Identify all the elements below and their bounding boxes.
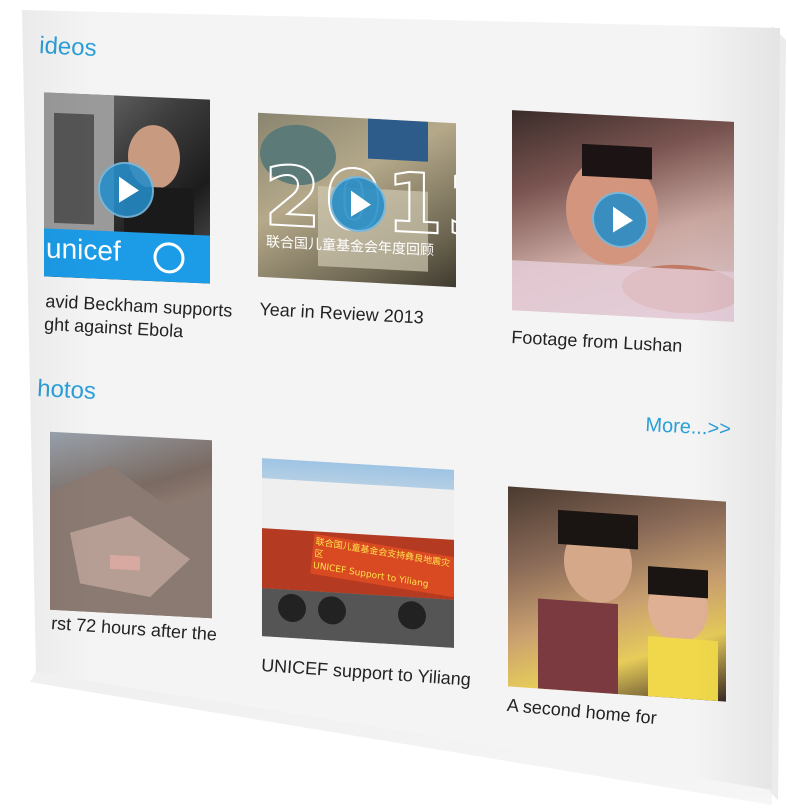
video-thumbnail-year-review[interactable]: 2013 联合国儿童基金会年度回顾: [258, 112, 456, 288]
more-photos-link[interactable]: More...>>: [645, 414, 732, 441]
video-thumbnail-beckham[interactable]: unicef: [44, 92, 210, 284]
photo-caption-second-home[interactable]: A second home for: [506, 694, 658, 730]
photos-section-title: hotos: [36, 375, 97, 406]
photo-thumbnail-second-home[interactable]: [508, 486, 726, 702]
photo-thumbnail-earthquake-rubble[interactable]: [50, 431, 212, 619]
video-caption-lushan[interactable]: Footage from Lushan: [511, 326, 683, 358]
caption-line: UNICEF support to Yiliang: [260, 654, 472, 690]
photo-rubble-image: [50, 464, 212, 619]
photo-caption-yiliang[interactable]: UNICEF support to Yiliang: [260, 654, 472, 692]
caption-line: A second home for: [506, 694, 658, 729]
caption-line: Year in Review 2013: [258, 298, 425, 328]
photo-thumbnail-unicef-truck[interactable]: 联合国儿童基金会支持彝良地震灾区 UNICEF Support to Yilia…: [262, 458, 454, 648]
photo-children-image: [538, 509, 718, 702]
video-caption-beckham[interactable]: avid Beckham supports ght against Ebola: [44, 290, 233, 347]
video-caption-year-review[interactable]: Year in Review 2013: [259, 298, 424, 330]
caption-line: Footage from Lushan: [510, 326, 683, 356]
videos-section-title: ideos: [38, 32, 98, 62]
video-thumbnail-lushan[interactable]: [512, 110, 734, 322]
unicef-logo-text: unicef: [46, 232, 121, 267]
